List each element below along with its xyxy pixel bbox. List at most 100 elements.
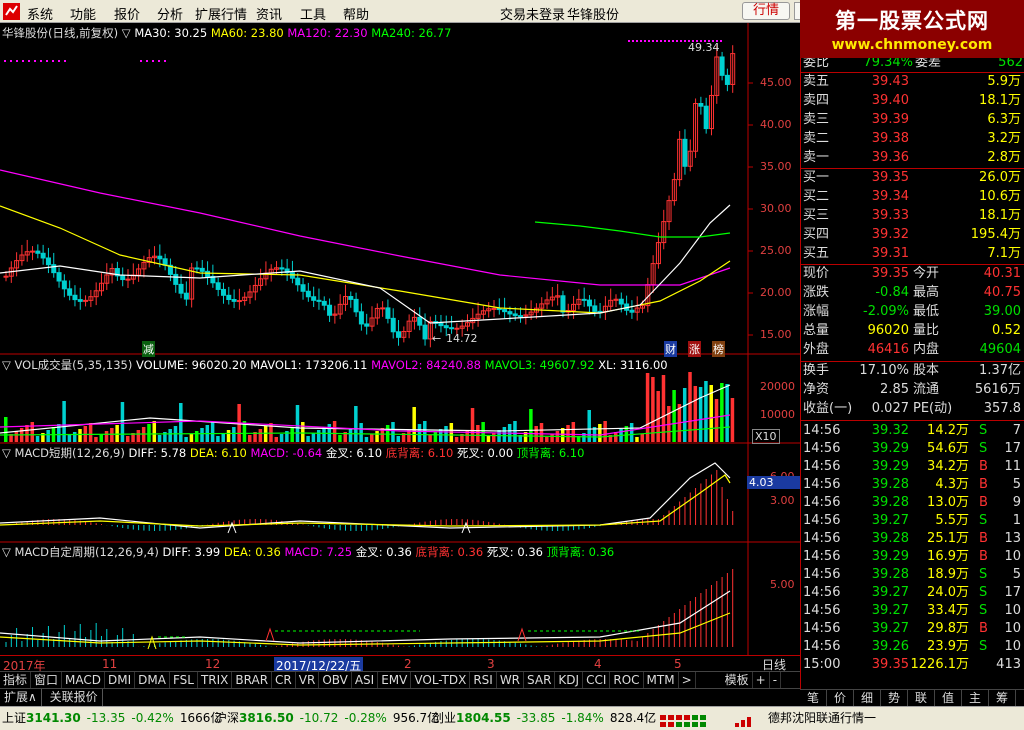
tick-time: 14:56 (803, 477, 841, 492)
indicator-tab[interactable]: 指标 (0, 672, 32, 688)
collapse-icon[interactable]: ▽ (2, 545, 11, 559)
indicator-tab[interactable]: - (770, 672, 782, 688)
indicator-tab[interactable]: DMA (135, 672, 170, 688)
volume-bar (428, 435, 432, 442)
indicator-tab[interactable]: MTM (644, 672, 679, 688)
marker-financial[interactable]: 财 (664, 341, 677, 357)
tick-time: 14:56 (803, 567, 841, 582)
candle-body (698, 103, 704, 107)
signal-dot (664, 40, 666, 42)
quote-tab[interactable]: 筹 (989, 690, 1016, 706)
indicator-tab[interactable]: SAR (524, 672, 556, 688)
tick-side: S (979, 603, 988, 618)
menu-extended-market[interactable]: 扩展行情 (195, 4, 247, 23)
quote-button[interactable]: 行情 (742, 2, 790, 20)
indicator-tab[interactable]: TRIX (198, 672, 233, 688)
quote-tab[interactable]: 细 (854, 690, 881, 706)
index-price: 3816.50 (239, 711, 294, 725)
volume-bar (417, 424, 422, 442)
indicator-tab[interactable]: EMV (378, 672, 412, 688)
stat-value: 49604 (979, 342, 1021, 357)
indicator-tab[interactable]: CR (272, 672, 296, 688)
menu-function[interactable]: 功能 (70, 4, 96, 23)
candle-body (231, 299, 237, 302)
fundamental-row: 净资 2.85 流通 5616万 (801, 381, 1024, 399)
indicator-tab[interactable]: RSI (470, 672, 497, 688)
index-quote[interactable]: 沪深3816.50 -10.72 -0.28% 956.7亿 (215, 707, 439, 729)
tick-row: 14:56 39.29 16.9万 B 10 (801, 548, 1024, 566)
quote-tab[interactable]: 价 (827, 690, 854, 706)
bid-volume: 7.1万 (987, 246, 1021, 261)
stat-label: 总量 (803, 323, 830, 338)
indicator-tab[interactable]: VR (296, 672, 320, 688)
server-status[interactable]: 德邦沈阳联通行情一 (768, 707, 876, 729)
index-percent: -0.28% (344, 711, 387, 725)
price-axis-tick: 20.00 (760, 286, 792, 299)
quote-tab[interactable]: 势 (881, 690, 908, 706)
menu-quote[interactable]: 报价 (114, 4, 140, 23)
macd-dea-value: DEA: 6.10 (189, 446, 247, 460)
indicator-tab[interactable]: ROC (610, 672, 644, 688)
vol-panel-header: ▽ VOL成交量(5,35,135) VOLUME: 96020.20 MAVO… (2, 357, 668, 373)
menu-system[interactable]: 系统 (27, 4, 53, 23)
indicator-tab[interactable]: > (679, 672, 696, 688)
volume-value: VOLUME: 96020.20 (135, 358, 247, 372)
menu-news[interactable]: 资讯 (256, 4, 282, 23)
quote-tab[interactable]: 值 (935, 690, 962, 706)
index-quote[interactable]: 创业1804.55 -33.85 -1.84% 828.4亿 (432, 707, 656, 729)
index-quote[interactable]: 上证3141.30 -13.35 -0.42% 1666亿 (2, 707, 222, 729)
indicator-tab[interactable]: 模板 (722, 672, 753, 688)
indicator-tab[interactable]: 窗口 (31, 672, 63, 688)
indicator-tab[interactable]: VOL-TDX (411, 672, 471, 688)
collapse-icon[interactable]: ▽ (122, 26, 131, 40)
cross-signal-marker (265, 627, 275, 642)
tick-side: B (979, 495, 988, 510)
indicator-tab[interactable]: BRAR (232, 672, 273, 688)
candle-body (518, 315, 524, 318)
indicator-tab[interactable]: DMI (105, 672, 136, 688)
menu-analysis[interactable]: 分析 (157, 4, 183, 23)
quote-tab[interactable]: 笔 (800, 690, 827, 706)
volume-bar (279, 434, 284, 442)
menu-tools[interactable]: 工具 (300, 4, 326, 23)
menu-help[interactable]: 帮助 (343, 4, 369, 23)
indicator-tab[interactable]: KDJ (555, 672, 584, 688)
collapse-icon[interactable]: ▽ (2, 358, 11, 372)
tick-side: B (979, 477, 988, 492)
tick-price: 39.27 (871, 513, 909, 528)
fundamental-label: 股本 (913, 363, 940, 378)
expand-button[interactable]: 扩展∧ (0, 689, 42, 706)
ask-volume: 5.9万 (987, 74, 1021, 89)
indicator-tab[interactable]: WR (497, 672, 525, 688)
indicator-tab[interactable]: FSL (170, 672, 198, 688)
macd-value: MACD: -0.64 (250, 446, 323, 460)
related-quote-button[interactable]: 关联报价 (46, 689, 103, 706)
quote-tab[interactable]: 主 (962, 690, 989, 706)
macd-panel-title: MACD短期(12,26,9) (14, 446, 125, 460)
volume-bar (126, 436, 130, 442)
volume-bar (635, 437, 639, 442)
fundamental-value: 17.10% (859, 363, 909, 378)
signal-dot (34, 60, 36, 62)
signal-dot (140, 60, 142, 62)
marker-rise[interactable]: 涨 (688, 341, 701, 357)
bid-price: 39.32 (871, 227, 909, 242)
indicator-tab[interactable]: ASI (352, 672, 379, 688)
indicator-tab[interactable]: MACD (62, 672, 106, 688)
indicator-tab[interactable]: CCI (583, 672, 611, 688)
kline-chart-area[interactable]: 华锋股份(日线,前复权) ▽ MA30: 30.25 MA60: 23.80 M… (0, 23, 800, 655)
chart-canvas[interactable] (0, 23, 800, 655)
bid-row: 买四 39.32 195.4万 (801, 226, 1024, 244)
collapse-icon[interactable]: ▽ (2, 446, 11, 460)
quote-tab[interactable]: 联 (908, 690, 935, 706)
indicator-tab[interactable]: OBV (319, 672, 352, 688)
signal-dot (680, 40, 682, 42)
marker-list[interactable]: 榜 (712, 341, 725, 357)
marker-reduce[interactable]: 减 (142, 341, 155, 357)
price-panel-header: 华锋股份(日线,前复权) ▽ MA30: 30.25 MA60: 23.80 M… (2, 25, 451, 41)
ask-label: 卖五 (803, 74, 830, 89)
volume-bar (614, 432, 618, 442)
signal-dot (164, 60, 166, 62)
indicator-tab[interactable]: + (753, 672, 770, 688)
app-logo-icon[interactable] (3, 3, 20, 20)
